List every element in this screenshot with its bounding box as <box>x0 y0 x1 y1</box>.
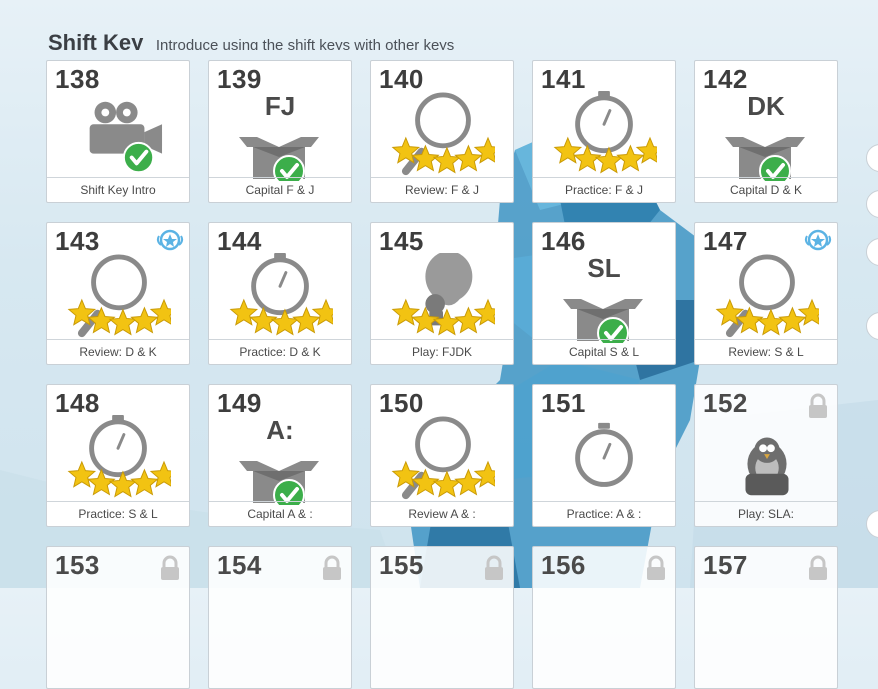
lesson-card-157[interactable]: 157 <box>694 546 838 689</box>
lesson-label: Practice: F & J <box>533 177 675 202</box>
stopwatch-icon <box>229 253 341 336</box>
lesson-card-148[interactable]: 148 Practice: S & L <box>46 384 190 527</box>
video-camera-icon <box>89 101 163 174</box>
lesson-card-139[interactable]: 139 FJ Capital F & J <box>208 60 352 203</box>
lesson-card-152[interactable]: 152 Play: SLA: <box>694 384 838 527</box>
lesson-label: Practice: D & K <box>209 339 351 364</box>
magnifier-icon <box>67 254 179 338</box>
lesson-card-156[interactable]: 156 <box>532 546 676 689</box>
lesson-label: Shift Key Intro <box>47 177 189 202</box>
section-header: Shift Key Introduce using the shift keys… <box>48 26 608 50</box>
lesson-card-153[interactable]: 153 <box>46 546 190 689</box>
lesson-card-144[interactable]: 144 Practice: D & K <box>208 222 352 365</box>
lesson-label: Practice: S & L <box>47 501 189 526</box>
magnifier-icon <box>391 416 503 500</box>
stopwatch-icon <box>575 422 633 487</box>
section-description: Introduce using the shift keys with othe… <box>155 37 455 50</box>
open-box-icon <box>239 461 319 511</box>
lesson-label: Review A & : <box>371 501 513 526</box>
magnifier-icon <box>715 254 827 338</box>
lesson-card-138[interactable]: 138 Shift Key Intro <box>46 60 190 203</box>
lesson-label: Capital F & J <box>209 177 351 202</box>
lesson-card-154[interactable]: 154 <box>208 546 352 689</box>
lesson-number: 156 <box>541 550 586 580</box>
lesson-number: 153 <box>55 550 100 580</box>
lesson-label: Capital D & K <box>695 177 837 202</box>
lesson-label: Review: S & L <box>695 339 837 364</box>
balloon-game-icon <box>391 251 503 336</box>
lesson-label: Capital A & : <box>209 501 351 526</box>
lesson-card-150[interactable]: 150 Review A & : <box>370 384 514 527</box>
padlock-icon <box>323 555 341 580</box>
lesson-card-151[interactable]: 151 Practice: A & : <box>532 384 676 527</box>
magnifier-icon <box>391 92 503 176</box>
lesson-grid: 138 Shift Key Intro 139 FJ Capital F & J 14… <box>46 60 846 689</box>
lesson-card-143[interactable]: 143 Review: D & K <box>46 222 190 365</box>
padlock-icon <box>485 555 503 580</box>
open-box-icon <box>725 137 805 187</box>
lesson-card-146[interactable]: 146 SL Capital S & L <box>532 222 676 365</box>
lesson-card-142[interactable]: 142 DK Capital D & K <box>694 60 838 203</box>
padlock-icon <box>647 555 665 580</box>
lesson-label: Play: SLA: <box>695 501 837 526</box>
padlock-icon <box>809 555 827 580</box>
lesson-label: Capital S & L <box>533 339 675 364</box>
open-box-icon <box>563 299 643 349</box>
padlock-icon <box>809 393 827 418</box>
wings-badge-icon <box>804 229 832 251</box>
padlock-icon <box>161 555 179 580</box>
lesson-card-145[interactable]: 145 Play: FJDK <box>370 222 514 365</box>
section-title: Shift Key <box>48 30 144 50</box>
lesson-card-140[interactable]: 140 Review: F & J <box>370 60 514 203</box>
lesson-label: Review: F & J <box>371 177 513 202</box>
open-box-icon <box>239 137 319 187</box>
lesson-number: 155 <box>379 550 424 580</box>
lesson-card-147[interactable]: 147 Review: S & L <box>694 222 838 365</box>
wings-badge-icon <box>156 229 184 251</box>
lesson-number: 154 <box>217 550 262 580</box>
stopwatch-icon <box>553 91 665 174</box>
lesson-number: 157 <box>703 550 748 580</box>
stopwatch-icon <box>67 415 179 498</box>
lesson-label: Play: FJDK <box>371 339 513 364</box>
lesson-card-155[interactable]: 155 <box>370 546 514 689</box>
lesson-label: Review: D & K <box>47 339 189 364</box>
penguin-pot-game-icon <box>745 437 789 496</box>
lesson-card-141[interactable]: 141 Practice: F & J <box>532 60 676 203</box>
lesson-label: Practice: A & : <box>533 501 675 526</box>
lesson-card-149[interactable]: 149 A: Capital A & : <box>208 384 352 527</box>
